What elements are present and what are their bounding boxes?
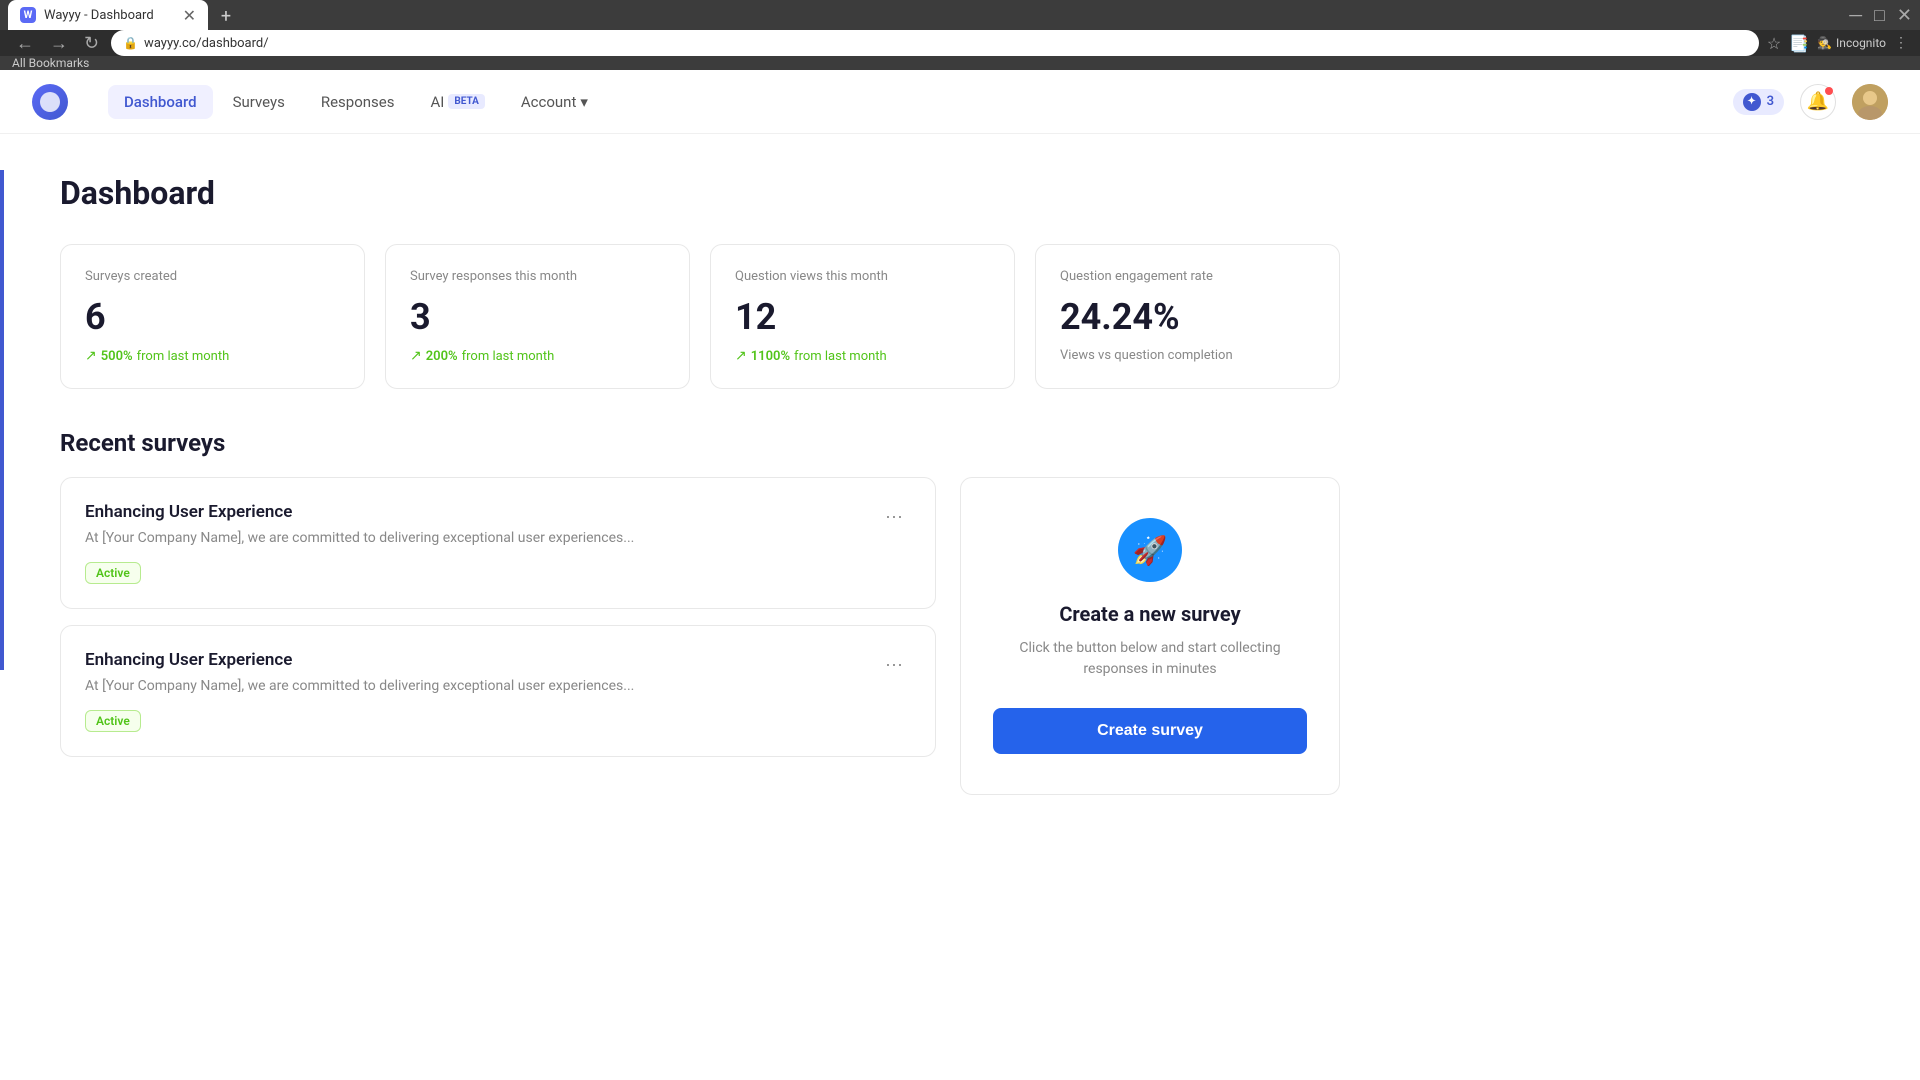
main-content: Dashboard Surveys created 6 ↗ 500% from …: [0, 134, 1400, 835]
logo-icon: [40, 92, 60, 112]
new-tab-button[interactable]: +: [212, 2, 240, 30]
minimize-button[interactable]: ─: [1849, 5, 1862, 26]
stat-value-surveys: 6: [85, 296, 340, 338]
avatar-image: [1852, 84, 1888, 120]
stat-label-surveys: Surveys created: [85, 269, 340, 284]
reload-button[interactable]: ↻: [80, 33, 103, 54]
points-icon: ✦: [1743, 93, 1761, 111]
navbar: Dashboard Surveys Responses AI BETA Acco…: [0, 70, 1920, 134]
address-bar[interactable]: 🔒 wayyy.co/dashboard/: [111, 30, 1759, 56]
stat-pct-surveys: 500%: [101, 349, 133, 364]
page-title: Dashboard: [60, 174, 1340, 212]
active-tab[interactable]: W Wayyy - Dashboard ✕: [8, 0, 208, 30]
bookmarks-bar: All Bookmarks: [0, 56, 1920, 70]
nav-right: ✦ 3 🔔: [1733, 84, 1888, 120]
nav-surveys[interactable]: Surveys: [217, 85, 301, 119]
nav-dashboard[interactable]: Dashboard: [108, 85, 213, 119]
forward-button[interactable]: →: [46, 33, 72, 54]
nav-responses[interactable]: Responses: [305, 85, 411, 119]
back-button[interactable]: ←: [12, 33, 38, 54]
section-title-recent: Recent surveys: [60, 429, 1340, 457]
survey-card-header-1: Enhancing User Experience At [Your Compa…: [85, 650, 911, 732]
surveys-list: Enhancing User Experience At [Your Compa…: [60, 477, 936, 795]
stat-change-views: ↗ 1100% from last month: [735, 348, 990, 364]
survey-card-1: Enhancing User Experience At [Your Compa…: [60, 625, 936, 757]
stat-label-views: Question views this month: [735, 269, 990, 284]
stat-value-responses: 3: [410, 296, 665, 338]
more-dots-icon-1: ···: [885, 654, 903, 674]
survey-info-1: Enhancing User Experience At [Your Compa…: [85, 650, 634, 732]
close-window-button[interactable]: ✕: [1897, 5, 1912, 26]
browser-chrome: W Wayyy - Dashboard ✕ + ─ □ ✕ ← → ↻ 🔒 wa…: [0, 0, 1920, 70]
ssl-icon: 🔒: [123, 36, 138, 50]
survey-more-button-1[interactable]: ···: [877, 650, 911, 679]
survey-desc-0: At [Your Company Name], we are committed…: [85, 530, 634, 546]
bookmark-star-icon[interactable]: ☆: [1767, 34, 1781, 53]
points-count: 3: [1767, 94, 1774, 109]
tab-title: Wayyy - Dashboard: [44, 8, 154, 23]
stats-grid: Surveys created 6 ↗ 500% from last month…: [60, 244, 1340, 389]
url-text: wayyy.co/dashboard/: [144, 36, 269, 51]
stat-card-surveys-created: Surveys created 6 ↗ 500% from last month: [60, 244, 365, 389]
browser-toolbar: ← → ↻ 🔒 wayyy.co/dashboard/ ☆ 📑 🕵 Incogn…: [0, 30, 1920, 56]
stat-label-engagement: Question engagement rate: [1060, 269, 1315, 284]
stat-change-surveys: ↗ 500% from last month: [85, 348, 340, 364]
app-container: Dashboard Surveys Responses AI BETA Acco…: [0, 70, 1920, 1050]
stat-pct-responses: 200%: [426, 349, 458, 364]
browser-actions: ☆ 📑 🕵 Incognito ⋮: [1767, 34, 1908, 53]
survey-status-badge-1: Active: [85, 710, 141, 732]
tab-favicon: W: [20, 7, 36, 23]
left-accent-bar: [0, 170, 4, 670]
maximize-button[interactable]: □: [1874, 5, 1885, 26]
survey-card-0: Enhancing User Experience At [Your Compa…: [60, 477, 936, 609]
survey-title-1: Enhancing User Experience: [85, 650, 634, 670]
survey-card-header-0: Enhancing User Experience At [Your Compa…: [85, 502, 911, 584]
survey-desc-1: At [Your Company Name], we are committed…: [85, 678, 634, 694]
stat-value-engagement: 24.24%: [1060, 296, 1315, 338]
stat-change-responses: ↗ 200% from last month: [410, 348, 665, 364]
survey-status-badge-0: Active: [85, 562, 141, 584]
stat-change-text-surveys: from last month: [137, 349, 230, 364]
stat-card-engagement: Question engagement rate 24.24% Views vs…: [1035, 244, 1340, 389]
stat-card-views: Question views this month 12 ↗ 1100% fro…: [710, 244, 1015, 389]
account-chevron-icon: ▾: [580, 93, 588, 111]
stat-note-engagement: Views vs question completion: [1060, 348, 1315, 363]
stat-value-views: 12: [735, 296, 990, 338]
bookmarks-label[interactable]: All Bookmarks: [12, 56, 89, 70]
create-survey-button[interactable]: Create survey: [993, 708, 1307, 754]
survey-info-0: Enhancing User Experience At [Your Compa…: [85, 502, 634, 584]
tab-close-button[interactable]: ✕: [183, 6, 196, 25]
trend-up-icon-views: ↗: [735, 348, 747, 364]
create-panel-title: Create a new survey: [1059, 602, 1240, 626]
avatar[interactable]: [1852, 84, 1888, 120]
surveys-layout: Enhancing User Experience At [Your Compa…: [60, 477, 1340, 795]
stat-card-responses: Survey responses this month 3 ↗ 200% fro…: [385, 244, 690, 389]
survey-more-button-0[interactable]: ···: [877, 502, 911, 531]
nav-links: Dashboard Surveys Responses AI BETA Acco…: [108, 85, 604, 119]
stat-change-text-responses: from last month: [462, 349, 555, 364]
incognito-indicator: 🕵 Incognito: [1817, 36, 1886, 50]
survey-title-0: Enhancing User Experience: [85, 502, 634, 522]
rocket-icon: 🚀: [1118, 518, 1182, 582]
notifications-button[interactable]: 🔔: [1800, 84, 1836, 120]
trend-up-icon-responses: ↗: [410, 348, 422, 364]
extensions-icon[interactable]: ⋮: [1894, 35, 1908, 51]
logo[interactable]: [32, 84, 68, 120]
create-panel-description: Click the button below and start collect…: [993, 638, 1307, 680]
nav-account[interactable]: Account ▾: [505, 85, 604, 119]
stat-change-text-views: from last month: [794, 349, 887, 364]
stat-pct-views: 1100%: [751, 349, 790, 364]
notification-dot: [1825, 87, 1833, 95]
create-survey-panel: 🚀 Create a new survey Click the button b…: [960, 477, 1340, 795]
stat-label-responses: Survey responses this month: [410, 269, 665, 284]
beta-badge: BETA: [448, 94, 485, 109]
browser-tabs: W Wayyy - Dashboard ✕ + ─ □ ✕: [0, 0, 1920, 30]
trend-up-icon-surveys: ↗: [85, 348, 97, 364]
bookmark-manager-icon[interactable]: 📑: [1789, 34, 1809, 53]
points-badge[interactable]: ✦ 3: [1733, 89, 1784, 115]
nav-ai[interactable]: AI BETA: [414, 85, 500, 119]
more-dots-icon-0: ···: [885, 506, 903, 526]
